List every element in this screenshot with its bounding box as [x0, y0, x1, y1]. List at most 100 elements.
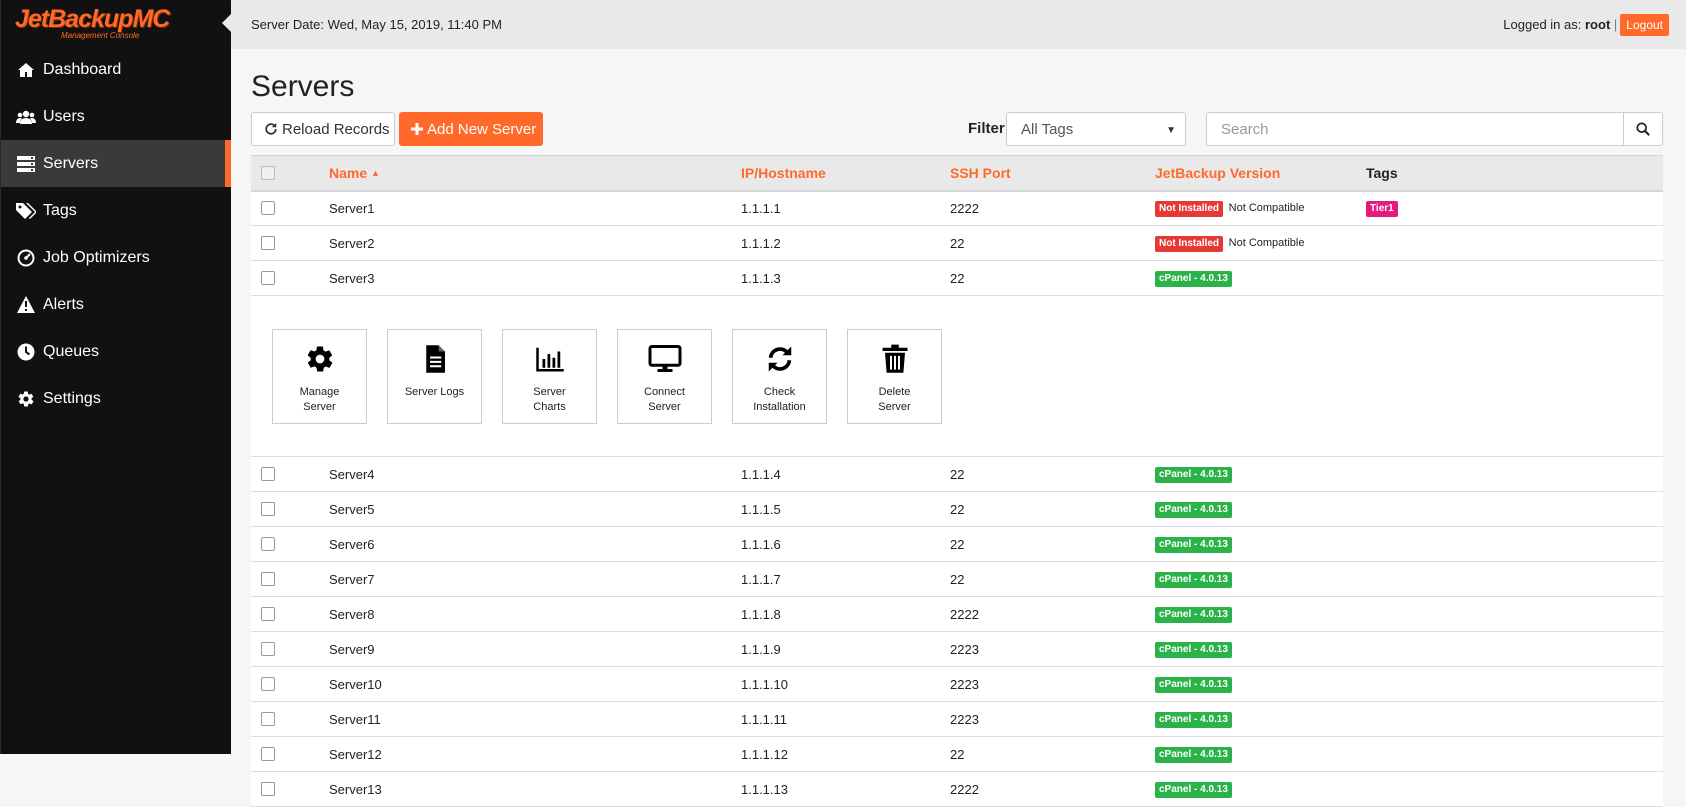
connect-server-label: Connect Server	[644, 385, 685, 413]
server-name[interactable]: Server11	[329, 702, 741, 737]
delete-server-button[interactable]: Delete Server	[847, 328, 942, 424]
row-checkbox[interactable]	[261, 502, 275, 516]
toolbar: Reload Records Add New Server Filter All…	[251, 112, 1663, 146]
server-name[interactable]: Server5	[329, 492, 741, 527]
server-name[interactable]: Server12	[329, 737, 741, 772]
table-row[interactable]: Server3 1.1.1.3 22 cPanel - 4.0.13	[251, 260, 1663, 296]
add-new-server-button[interactable]: Add New Server	[399, 112, 543, 146]
search-button[interactable]	[1623, 112, 1663, 146]
server-name[interactable]: Server1	[329, 191, 741, 226]
tags-cell	[1366, 667, 1663, 702]
server-ip: 1.1.1.13	[741, 781, 788, 797]
table-row[interactable]: Server1 1.1.1.1 2222 Not Installed Not Comp…	[251, 190, 1663, 226]
tags-cell: Tier1	[1366, 191, 1663, 226]
sidebar-item-dashboard[interactable]: Dashboard	[1, 46, 231, 93]
version-badge: cPanel - 4.0.13	[1155, 677, 1232, 693]
table-row[interactable]: Server9 1.1.1.9 2223 cPanel - 4.0.13	[251, 631, 1663, 667]
table-row[interactable]: Server10 1.1.1.10 2223 cPanel - 4.0.13	[251, 666, 1663, 702]
row-checkbox[interactable]	[261, 537, 275, 551]
clock-icon	[16, 342, 36, 362]
row-checkbox[interactable]	[261, 712, 275, 726]
search-input[interactable]: Search	[1206, 112, 1624, 146]
sidebar-item-alerts[interactable]: Alerts	[1, 281, 231, 328]
reload-records-label: Reload Records	[282, 120, 390, 138]
sidebar-item-label: Tags	[43, 201, 77, 219]
column-header-ssh-port[interactable]: SSH Port	[950, 155, 1155, 192]
table-row[interactable]: Server5 1.1.1.5 22 cPanel - 4.0.13	[251, 491, 1663, 527]
column-header-name[interactable]: Name ▲	[329, 155, 741, 192]
column-header-ip[interactable]: IP/Hostname	[741, 155, 950, 192]
version-badge: cPanel - 4.0.13	[1155, 467, 1232, 483]
server-name[interactable]: Server9	[329, 632, 741, 667]
ssh-port: 22	[950, 235, 965, 251]
server-name[interactable]: Server13	[329, 772, 741, 807]
row-checkbox[interactable]	[261, 782, 275, 796]
row-actions-panel: Manage Server Server Logs Server Charts Con…	[251, 295, 1663, 457]
server-charts-label: Server Charts	[533, 385, 566, 413]
table-row[interactable]: Server4 1.1.1.4 22 cPanel - 4.0.13	[251, 456, 1663, 492]
row-checkbox[interactable]	[261, 271, 275, 285]
plus-icon	[411, 123, 423, 135]
row-checkbox[interactable]	[261, 201, 275, 216]
column-header-jetbackup-version[interactable]: JetBackup Version	[1155, 155, 1366, 192]
server-name[interactable]: Server2	[329, 226, 741, 261]
logout-button[interactable]: Logout	[1620, 13, 1669, 36]
table-row[interactable]: Server12 1.1.1.12 22 cPanel - 4.0.13	[251, 736, 1663, 772]
username: root	[1585, 17, 1611, 32]
sidebar-item-queues[interactable]: Queues	[1, 328, 231, 375]
server-ip: 1.1.1.1	[741, 200, 781, 216]
server-charts-button[interactable]: Server Charts	[502, 328, 597, 424]
server-name[interactable]: Server7	[329, 562, 741, 597]
sidebar-nav: Dashboard Users Servers Tags Job Optimizers A…	[1, 46, 231, 422]
table-row[interactable]: Server7 1.1.1.7 22 cPanel - 4.0.13	[251, 561, 1663, 597]
sidebar-item-tags[interactable]: Tags	[1, 187, 231, 234]
row-checkbox[interactable]	[261, 236, 275, 250]
row-actions: Manage Server Server Logs Server Charts Con…	[251, 296, 1663, 456]
tag-filter-value: All Tags	[1021, 120, 1074, 138]
sidebar-item-servers[interactable]: Servers	[1, 140, 231, 187]
row-checkbox[interactable]	[261, 747, 275, 761]
sidebar-item-label: Job Optimizers	[43, 248, 150, 266]
row-checkbox[interactable]	[261, 607, 275, 621]
server-ip: 1.1.1.7	[741, 571, 781, 587]
row-checkbox[interactable]	[261, 642, 275, 656]
separator: |	[1613, 17, 1618, 32]
jetbackup-version-cell: Not Installed Not Compatible	[1155, 226, 1366, 261]
tags-cell	[1366, 226, 1663, 261]
table-row[interactable]: Server11 1.1.1.11 2223 cPanel - 4.0.13	[251, 701, 1663, 737]
tag-badge[interactable]: Tier1	[1366, 201, 1398, 218]
table-row[interactable]: Server6 1.1.1.6 22 cPanel - 4.0.13	[251, 526, 1663, 562]
version-badge: Not Installed	[1155, 201, 1224, 218]
sidebar-item-users[interactable]: Users	[1, 93, 231, 140]
row-checkbox[interactable]	[261, 572, 275, 586]
server-name[interactable]: Server6	[329, 527, 741, 562]
tag-filter-select[interactable]: All Tags ▼	[1006, 112, 1186, 146]
connect-server-button[interactable]: Connect Server	[617, 328, 712, 424]
sidebar-item-label: Servers	[43, 154, 99, 172]
logo[interactable]: JetBackupMC Management Console	[1, 0, 231, 46]
server-name[interactable]: Server3	[329, 261, 741, 296]
select-all-checkbox[interactable]	[261, 165, 275, 180]
version-badge: cPanel - 4.0.13	[1155, 642, 1232, 658]
server-name[interactable]: Server10	[329, 667, 741, 702]
reload-records-button[interactable]: Reload Records	[251, 112, 395, 146]
file-icon	[420, 344, 450, 385]
row-select-cell	[251, 632, 329, 667]
tags-cell	[1366, 772, 1663, 807]
row-checkbox[interactable]	[261, 467, 275, 481]
server-logs-button[interactable]: Server Logs	[387, 328, 482, 424]
row-checkbox[interactable]	[261, 677, 275, 691]
row-select-cell	[251, 562, 329, 597]
check-installation-button[interactable]: Check Installation	[732, 328, 827, 424]
ssh-port: 22	[950, 746, 965, 762]
manage-server-button[interactable]: Manage Server	[272, 328, 367, 424]
table-row[interactable]: Server8 1.1.1.8 2222 cPanel - 4.0.13	[251, 596, 1663, 632]
server-name[interactable]: Server4	[329, 457, 741, 492]
server-name[interactable]: Server8	[329, 597, 741, 632]
sidebar-item-job-optimizers[interactable]: Job Optimizers	[1, 234, 231, 281]
sidebar-item-settings[interactable]: Settings	[1, 375, 231, 422]
ssh-port: 22	[950, 571, 965, 587]
ssh-port: 2222	[950, 781, 979, 797]
table-row[interactable]: Server2 1.1.1.2 22 Not Installed Not Compat…	[251, 225, 1663, 261]
table-row[interactable]: Server13 1.1.1.13 2222 cPanel - 4.0.13	[251, 771, 1663, 807]
